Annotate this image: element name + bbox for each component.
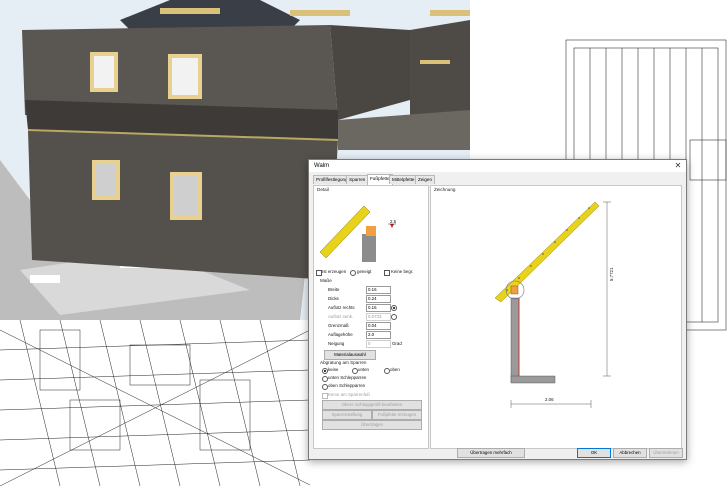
detail-annotation: 2.5 (390, 219, 397, 224)
tab-mittelpfette[interactable]: Mittelpfette (389, 175, 418, 184)
field-label: Auflagehöhe (328, 332, 353, 337)
field-label: Breite (328, 287, 340, 292)
field-label: Grenzmaß (328, 323, 349, 328)
geneigt-label: geneigt (357, 269, 372, 274)
auflotz-rechts-radio[interactable] (391, 305, 397, 311)
field-label: Auflotz rechts (328, 305, 355, 310)
abgratung-label: Abgratung am Sparren (320, 360, 367, 365)
abgratung-unten-label: unten (358, 367, 369, 372)
ok-button[interactable]: OK (577, 448, 611, 458)
left-panel: Detail 2.5 Ist erzeugen geneigt Keine be… (313, 185, 429, 449)
neigung-input[interactable]: 0 (366, 340, 391, 348)
grad-unit: Grad (392, 341, 402, 346)
fusspfette-erzeugen-button[interactable]: Fußpfette erzeugen (372, 410, 422, 420)
tab-sparren[interactable]: Sparren (346, 175, 369, 184)
materialauswahl-button[interactable]: Materialauswahl (324, 350, 376, 360)
abgratung-oben-schlepp-label: oben Schlepparren (328, 383, 366, 388)
keine-bege-label: Keine begr. (391, 269, 414, 274)
abgratung-keine-label: keine (328, 367, 339, 372)
dim-vertical-label: 5.7721 (609, 267, 614, 281)
masse-label: Maße (320, 278, 332, 283)
dialog-title: Walm (314, 163, 330, 169)
grenzmass-input[interactable]: 0.04 (366, 322, 391, 330)
abgratung-unten-schlepp-label: unten Schlepparren (328, 375, 367, 380)
field-label: Neigung (328, 341, 345, 346)
dim-horizontal-label: 2.06 (545, 397, 554, 402)
detail-label: Detail (317, 187, 329, 192)
uebernehmen-button[interactable]: Übernehmen (649, 448, 683, 458)
uebertragen-disabled-button[interactable]: Übertragen (322, 420, 422, 430)
keine-bege-checkbox[interactable] (384, 270, 390, 276)
auflotz-rechts-input[interactable]: 0.16 (366, 304, 391, 312)
erzeugen-label: Ist erzeugen (322, 269, 347, 274)
field-label: Auflotz senk. (328, 314, 354, 319)
section-drawing (494, 201, 611, 408)
auflagehoehe-input[interactable]: 2.0 (366, 331, 391, 339)
dicke-input[interactable]: 0.24 (366, 295, 391, 303)
zeichnung-panel: Zeichnung 5.7721 2.06 (430, 185, 682, 449)
geneigt-radio[interactable] (350, 270, 356, 276)
auflotz-senk-input[interactable]: 0.0733 (366, 313, 391, 321)
abgratung-oben-label: oben (390, 367, 400, 372)
kerve-label: Kerve am Sparrenfuß (328, 392, 370, 397)
walm-dialog: Walm ✕ Profilfestlegung Sparren Fußpfett… (308, 159, 687, 460)
breite-input[interactable]: 0.16 (366, 286, 391, 294)
detail-preview (319, 205, 396, 262)
tab-zeigen[interactable]: Zeigen (415, 175, 436, 184)
obere-schleppprofil-button[interactable]: Obere Schleppprofil bearbeiten (322, 400, 422, 410)
close-icon[interactable]: ✕ (673, 161, 683, 171)
auflotz-senk-radio[interactable] (391, 314, 397, 320)
abbrechen-button[interactable]: Abbrechen (613, 448, 647, 458)
dialog-titlebar[interactable]: Walm ✕ (309, 160, 686, 172)
sparrenstellung-button[interactable]: Sparrenstellung (322, 410, 372, 420)
field-label: Dicke (328, 296, 339, 301)
uebertragen-mehrfach-button[interactable]: Übertragen mehrfach (457, 448, 525, 458)
